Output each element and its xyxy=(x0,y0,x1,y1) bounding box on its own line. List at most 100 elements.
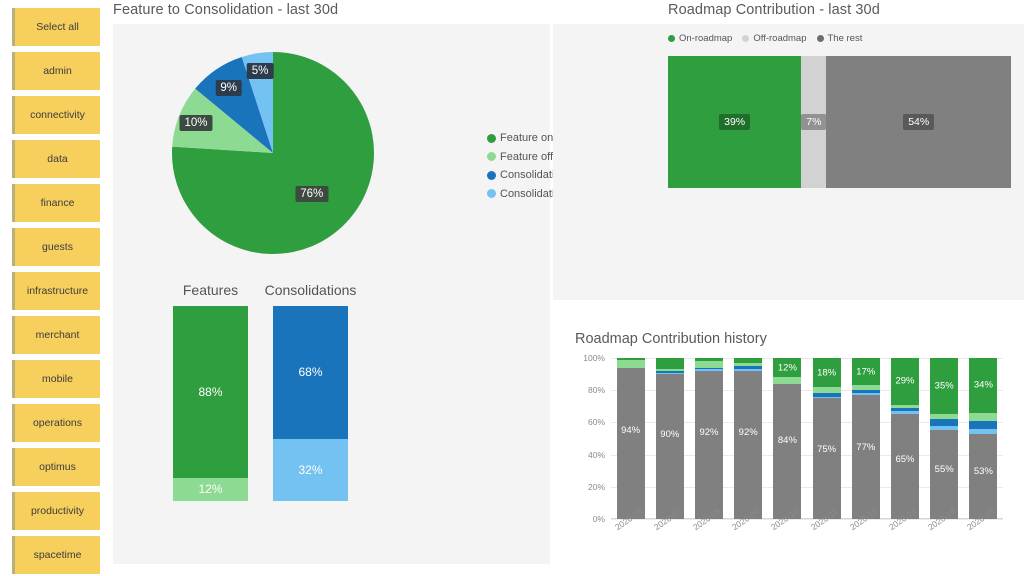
history-bar[interactable]: 12% 84% 2020-10 xyxy=(769,358,802,532)
slicer-item-label: admin xyxy=(43,65,72,77)
history-bar-segment[interactable]: 35% xyxy=(930,358,959,415)
slicer-item-label: data xyxy=(47,153,68,165)
history-bar-segment-label: 75% xyxy=(817,444,837,456)
history-bar[interactable]: 92% 2020-09 xyxy=(730,358,763,532)
history-bar-segment[interactable]: 17% xyxy=(851,358,880,386)
history-bar-segment[interactable]: 18% xyxy=(812,358,841,387)
slicer-item-operations[interactable]: operations xyxy=(12,404,100,442)
mini-stacked-bar[interactable]: 68% 32% xyxy=(273,306,348,501)
history-bar-segment-label: 18% xyxy=(817,367,837,378)
slicer-item-label: mobile xyxy=(42,373,73,385)
history-bar-segment[interactable]: 75% xyxy=(812,398,841,519)
history-bar-segment-label: 55% xyxy=(934,464,954,476)
legend-swatch-icon xyxy=(816,35,824,42)
history-bar[interactable]: 94% 2020-06 xyxy=(613,358,645,532)
history-bar-segment[interactable] xyxy=(616,359,645,368)
history-bar[interactable]: 17% 77% 2020-12 xyxy=(848,358,880,532)
feature-consolidation-panel: 76% 10% 9% 5% Feature on-roadmap Feature off… xyxy=(113,24,629,564)
roadmap-contribution-bar[interactable]: 39% 7% 54% xyxy=(668,56,1011,188)
pie-chart-svg xyxy=(172,52,374,255)
pie-chart[interactable]: 76% 10% 9% 5% xyxy=(170,46,380,261)
roadmap-legend-label: On-roadmap xyxy=(679,33,733,44)
slicer-item-label: operations xyxy=(32,417,83,429)
legend-swatch-icon xyxy=(487,133,496,143)
history-bar-segment[interactable]: 90% xyxy=(655,374,684,519)
mini-bar-segment-label: 88% xyxy=(198,384,223,399)
history-bar-segment[interactable]: 92% xyxy=(734,370,763,519)
mini-column-header: Consolidations xyxy=(264,282,357,298)
slicer-item-productivity[interactable]: productivity xyxy=(12,492,100,530)
mini-stacked-columns: Features 88% 12% Consolidations 68% 32% xyxy=(173,282,433,517)
history-bar[interactable]: 35% 55% 2020-14 xyxy=(926,358,959,532)
mini-bar-segment[interactable]: 88% xyxy=(173,306,248,478)
slicer-item-label: connectivity xyxy=(30,109,85,121)
history-bar[interactable]: 34% 53% 2020-15 xyxy=(965,358,998,532)
y-axis-tick-label: 100% xyxy=(583,353,605,363)
history-bar-segment[interactable]: 12% xyxy=(773,358,802,378)
slicer-item-connectivity[interactable]: connectivity xyxy=(12,96,100,134)
history-bar-segment[interactable]: 77% xyxy=(851,395,880,519)
roadmap-history-title: Roadmap Contribution history xyxy=(575,331,767,347)
history-bar-segment[interactable] xyxy=(969,412,998,421)
mini-column-consolidations: Consolidations 68% 32% xyxy=(265,282,356,501)
history-bar[interactable]: 90% 2020-07 xyxy=(652,358,684,532)
roadmap-legend-label: Off-roadmap xyxy=(753,33,807,44)
category-slicer[interactable]: Select all admin connectivity data finance gu… xyxy=(0,0,110,576)
slicer-item-merchant[interactable]: merchant xyxy=(12,316,100,354)
history-bar-segment[interactable]: 34% xyxy=(969,358,998,413)
mini-bar-segment[interactable]: 68% xyxy=(273,306,348,439)
history-bar-segment[interactable]: 65% xyxy=(891,414,919,519)
history-bar-segment[interactable] xyxy=(969,420,998,429)
roadmap-bar-segment-on-roadmap[interactable]: 39% xyxy=(668,56,802,188)
slicer-item-spacetime[interactable]: spacetime xyxy=(12,536,100,574)
slicer-item-select-all[interactable]: Select all xyxy=(12,8,100,46)
mini-bar-segment-label: 12% xyxy=(198,482,223,497)
mini-bar-segment[interactable]: 12% xyxy=(173,477,248,501)
history-bar-segment-label: 12% xyxy=(777,362,797,374)
history-bar[interactable]: 29% 65% 2020-13 xyxy=(887,358,919,532)
roadmap-legend-item[interactable]: On-roadmap xyxy=(668,33,732,44)
history-bar-segment[interactable]: 53% xyxy=(969,433,998,519)
roadmap-bar-segment-the-rest[interactable]: 54% xyxy=(826,56,1011,188)
mini-bar-segment[interactable]: 32% xyxy=(273,438,348,501)
history-bar-segment-label: 90% xyxy=(660,429,680,441)
roadmap-bar-segment-label: 39% xyxy=(719,114,751,130)
history-bar-segment-label: 92% xyxy=(699,427,719,439)
history-bar-segment[interactable] xyxy=(655,358,684,370)
slicer-item-label: finance xyxy=(40,197,75,209)
history-bar[interactable]: 92% 2020-08 xyxy=(691,358,723,532)
roadmap-legend-item[interactable]: Off-roadmap xyxy=(742,33,807,44)
slicer-item-label: merchant xyxy=(35,329,80,341)
slicer-item-guests[interactable]: guests xyxy=(12,228,100,266)
slicer-item-label: infrastructure xyxy=(26,285,89,297)
history-bar-segment[interactable]: 29% xyxy=(891,358,919,405)
slicer-item-finance[interactable]: finance xyxy=(12,184,100,222)
pie-panel-title: Feature to Consolidation - last 30d xyxy=(113,2,339,18)
mini-stacked-bar[interactable]: 88% 12% xyxy=(173,306,248,501)
slicer-item-data[interactable]: data xyxy=(12,140,100,178)
roadmap-legend-item[interactable]: The rest xyxy=(816,33,863,44)
history-bar-segment[interactable]: 84% xyxy=(773,383,802,519)
history-bar-segment-label: 17% xyxy=(856,366,876,378)
legend-swatch-icon xyxy=(487,189,496,198)
history-bar-segment[interactable]: 55% xyxy=(930,430,959,519)
slicer-item-admin[interactable]: admin xyxy=(12,52,100,90)
slicer-item-infrastructure[interactable]: infrastructure xyxy=(12,272,100,310)
mini-bar-segment-label: 32% xyxy=(298,462,323,477)
slicer-item-mobile[interactable]: mobile xyxy=(12,360,100,398)
history-bar-segment-label: 35% xyxy=(934,380,954,392)
history-bar-segment-label: 34% xyxy=(973,379,993,391)
history-bar[interactable]: 18% 75% 2020-11 xyxy=(809,358,841,532)
history-bar-segment[interactable]: 94% xyxy=(616,367,645,519)
slicer-item-label: optimus xyxy=(39,461,76,473)
y-axis-tick-label: 20% xyxy=(587,481,605,492)
roadmap-history-plot[interactable]: 0% 20% 40% 60% 80% 100% 94% 2020-06 90% 2020-07 92… xyxy=(583,353,1003,532)
roadmap-legend-label: The rest xyxy=(827,33,863,44)
pie-slice-label: 76% xyxy=(295,186,329,203)
mini-bar-segment-label: 68% xyxy=(298,365,323,380)
mini-column-header: Features xyxy=(182,282,239,298)
roadmap-bar-segment-label: 54% xyxy=(903,114,935,130)
history-bar-segment[interactable]: 92% xyxy=(695,370,723,519)
slicer-item-optimus[interactable]: optimus xyxy=(12,448,100,486)
roadmap-bar-segment-off-roadmap[interactable]: 7% xyxy=(801,56,827,188)
